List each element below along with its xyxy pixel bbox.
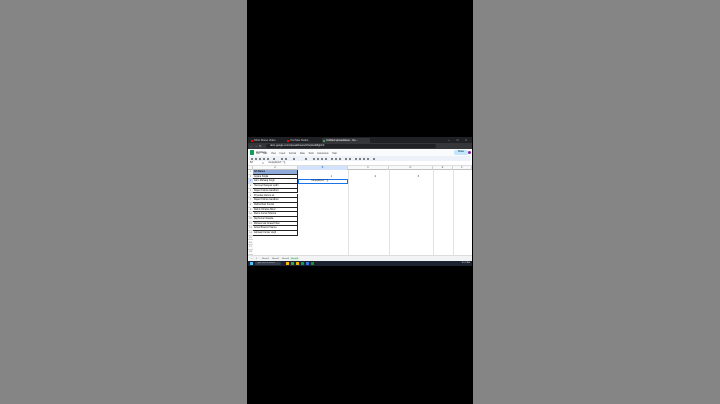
functions-icon[interactable] — [373, 157, 375, 160]
currency-icon[interactable] — [281, 157, 283, 160]
name-box[interactable]: B3 — [249, 162, 260, 166]
merge-icon[interactable] — [339, 157, 341, 160]
name-cell[interactable]: Ashwani Kumar singh — [253, 231, 298, 236]
undo-icon[interactable] — [255, 157, 257, 160]
windows-taskbar: Type here to search 10:47 AM — [248, 261, 472, 266]
app-icon[interactable] — [296, 262, 299, 265]
share-button[interactable]: Share — [454, 150, 468, 155]
app-icon[interactable] — [311, 262, 314, 265]
right-letterbox — [473, 0, 720, 404]
menu-format[interactable]: Format — [289, 153, 296, 155]
left-letterbox — [0, 0, 247, 404]
active-cell-editor[interactable]: =len(split(A3," ")) — [298, 179, 348, 185]
sheets-taskbar-icon[interactable] — [301, 262, 304, 265]
text-color-icon[interactable] — [325, 157, 327, 160]
value-cell-d2[interactable]: 3 — [411, 175, 419, 180]
fill-color-icon[interactable] — [331, 157, 333, 160]
menu-edit[interactable]: Edit — [263, 153, 267, 155]
menu-file[interactable]: File — [256, 153, 260, 155]
system-tray-clock[interactable]: 10:47 AM — [462, 261, 470, 266]
font-size-icon[interactable] — [305, 157, 307, 160]
file-explorer-icon[interactable] — [286, 262, 289, 265]
filter-icon[interactable] — [367, 157, 369, 160]
menu-extensions[interactable]: Extensions — [317, 153, 328, 155]
menu-help[interactable]: Help — [332, 153, 337, 155]
menu-view[interactable]: View — [271, 153, 276, 155]
chart-icon[interactable] — [363, 157, 365, 160]
comment-icon[interactable] — [359, 157, 361, 160]
link-icon[interactable] — [355, 157, 357, 160]
taskbar-search[interactable]: Type here to search — [255, 261, 281, 266]
avatar[interactable] — [468, 150, 471, 154]
reload-icon[interactable]: ↻ — [259, 144, 263, 148]
url-field[interactable]: docs.google.com/spreadsheets/d/1xj1/edit… — [266, 144, 436, 148]
percent-icon[interactable] — [285, 157, 287, 160]
window-controls[interactable]: – □ × — [448, 138, 470, 142]
strikethrough-icon[interactable] — [321, 157, 323, 160]
value-cell-c2[interactable]: 2 — [368, 175, 376, 180]
wrap-icon[interactable] — [349, 157, 351, 160]
youtube-icon — [287, 139, 289, 142]
row-header[interactable]: 18 — [248, 249, 253, 255]
redo-icon[interactable] — [259, 157, 261, 160]
sheets-icon — [323, 139, 325, 142]
font-select-icon[interactable] — [293, 157, 295, 160]
italic-icon[interactable] — [317, 157, 319, 160]
menu-bar: File Edit View Insert Format Data Tools … — [256, 153, 340, 155]
print-icon[interactable] — [263, 157, 265, 160]
windows-start-icon[interactable] — [250, 262, 253, 265]
paint-format-icon[interactable] — [267, 157, 269, 160]
chrome-icon[interactable] — [291, 262, 294, 265]
menu-data[interactable]: Data — [300, 153, 305, 155]
bold-icon[interactable] — [313, 157, 315, 160]
zoom-select-icon[interactable] — [273, 157, 275, 160]
sheets-logo-icon[interactable] — [250, 150, 254, 155]
menu-tools[interactable]: Tools — [308, 153, 313, 155]
align-icon[interactable] — [345, 157, 347, 160]
screen-recording: Short Morse Video YouTube Studio Untitle… — [248, 137, 472, 266]
menu-insert[interactable]: Insert — [280, 153, 286, 155]
borders-icon[interactable] — [335, 157, 337, 160]
app-icon[interactable] — [306, 262, 309, 265]
spreadsheet-grid[interactable]: 1 2 3 4 5 6 7 8 9 10 11 12 13 14 15 16 1… — [248, 170, 472, 255]
search-menus-icon[interactable] — [251, 157, 253, 160]
sheets-header: Untitled File Edit View Insert Format Da… — [248, 149, 472, 156]
youtube-icon — [251, 139, 253, 142]
